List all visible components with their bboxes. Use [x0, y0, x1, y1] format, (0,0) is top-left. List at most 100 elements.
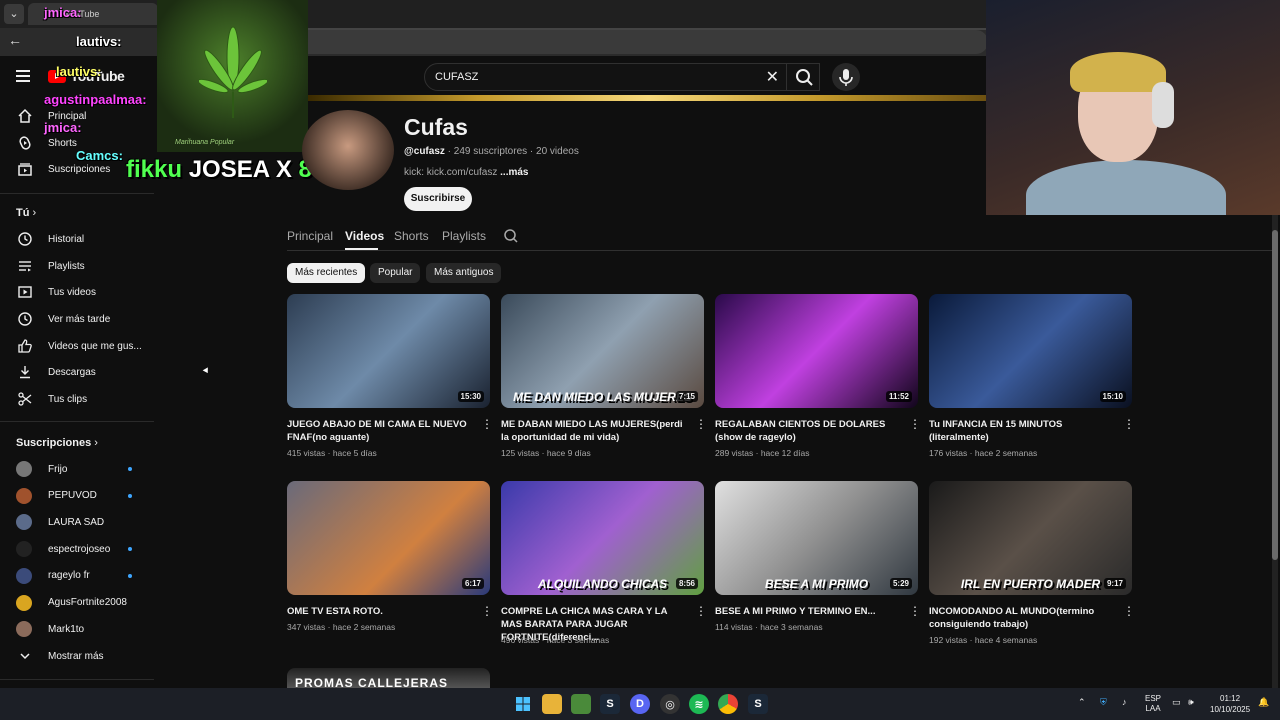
sidebar-item-watch-later[interactable]: Ver más tarde: [0, 307, 156, 331]
more-actions-icon[interactable]: ⋮: [1123, 418, 1135, 430]
mouse-cursor: [202, 367, 211, 375]
video-title[interactable]: OME TV ESTA ROTO.: [287, 605, 469, 618]
sidebar-item-subscription[interactable]: Mark1to: [0, 617, 156, 641]
chrome-icon[interactable]: [718, 694, 738, 714]
you-title: Tú: [16, 207, 30, 219]
more-actions-icon[interactable]: ⋮: [909, 418, 921, 430]
menu-icon[interactable]: [16, 70, 30, 82]
more-actions-icon[interactable]: ⋮: [1123, 605, 1135, 617]
tab-videos[interactable]: Videos: [345, 229, 384, 243]
thumbnail-caption: BESE A MI PRIMO: [764, 577, 869, 591]
more-link[interactable]: ...más: [500, 167, 528, 178]
stream-overlay-image: Marihuana Popular: [157, 0, 308, 152]
you-section-title[interactable]: Tú ›: [16, 207, 36, 219]
video-meta: 176 vistas · hace 2 semanas: [929, 448, 1038, 458]
subscription-label: LAURA SAD: [48, 516, 105, 528]
video-thumbnail[interactable]: ALQUILANDO CHICAS 8:56: [501, 481, 704, 595]
tab-list-dropdown[interactable]: ⌄: [4, 4, 24, 24]
video-thumbnail[interactable]: 6:17: [287, 481, 490, 595]
notifications-icon[interactable]: 🔔: [1258, 697, 1269, 708]
discord-icon[interactable]: D: [630, 694, 650, 714]
video-title[interactable]: JUEGO ABAJO DE MI CAMA EL NUEVO FNAF(no …: [287, 418, 469, 444]
video-meta: 289 vistas · hace 12 días: [715, 448, 810, 458]
sidebar-item-subscription[interactable]: rageylo fr: [0, 564, 156, 588]
sidebar-item-label: Shorts: [48, 137, 77, 149]
tab-shorts[interactable]: Shorts: [394, 229, 429, 243]
video-title[interactable]: ME DABAN MIEDO LAS MUJERES(perdi la opor…: [501, 418, 683, 444]
playlists-icon: [16, 257, 34, 275]
voice-search-button[interactable]: [832, 63, 860, 91]
system-clock[interactable]: 01:12 10/10/2025: [1210, 693, 1250, 715]
video-thumbnail[interactable]: IRL EN PUERTO MADER 9:17: [929, 481, 1132, 595]
sidebar-item-subscription[interactable]: AgusFortnite2008: [0, 591, 156, 615]
new-content-dot: [128, 467, 132, 471]
keyboard-layout: LAA: [1145, 704, 1161, 713]
sidebar-item-subscription[interactable]: Frijo: [0, 457, 156, 481]
microphone-tray-icon[interactable]: ♪: [1122, 697, 1127, 707]
video-thumbnail[interactable]: 11:52: [715, 294, 918, 408]
video-title[interactable]: REGALABAN CIENTOS DE DOLARES (show de ra…: [715, 418, 897, 444]
video-title[interactable]: BESE A MI PRIMO Y TERMINO EN...: [715, 605, 897, 618]
sidebar-item-clips[interactable]: Tus clips: [0, 387, 156, 411]
sidebar-item-history[interactable]: Historial: [0, 227, 156, 251]
channel-description[interactable]: kick: kick.com/cufasz ...más: [404, 167, 529, 178]
more-actions-icon[interactable]: ⋮: [481, 605, 493, 617]
show-more-button[interactable]: Mostrar más: [0, 644, 156, 668]
windows-start-icon[interactable]: [513, 694, 533, 714]
steam-icon[interactable]: S: [600, 694, 620, 714]
chat-username: lautivs:: [56, 64, 102, 79]
video-title[interactable]: Tu INFANCIA EN 15 MINUTOS (literalmente): [929, 418, 1111, 444]
more-actions-icon[interactable]: ⋮: [909, 605, 921, 617]
more-actions-icon[interactable]: ⋮: [695, 418, 707, 430]
video-thumbnail[interactable]: 15:30: [287, 294, 490, 408]
search-box[interactable]: CUFASZ ✕: [424, 63, 820, 91]
tab-principal[interactable]: Principal: [287, 229, 333, 243]
thumbnail-caption: ALQUILANDO CHICAS: [537, 577, 668, 591]
file-explorer-icon[interactable]: [542, 694, 562, 714]
language-code: ESP: [1145, 694, 1162, 703]
avatar: [16, 621, 32, 638]
tab-playlists[interactable]: Playlists: [442, 229, 486, 243]
notepad-icon[interactable]: [571, 694, 591, 714]
scrollbar-thumb[interactable]: [1272, 230, 1278, 560]
more-actions-icon[interactable]: ⋮: [481, 418, 493, 430]
search-input[interactable]: CUFASZ: [435, 71, 478, 83]
chip-oldest[interactable]: Más antiguos: [426, 263, 502, 283]
sidebar-item-my-videos[interactable]: Tus videos: [0, 280, 156, 304]
steam-icon[interactable]: S: [748, 694, 768, 714]
avatar: [16, 567, 32, 584]
video-title[interactable]: INCOMODANDO AL MUNDO(termino consiguiend…: [929, 605, 1111, 631]
spotify-icon[interactable]: ≋: [689, 694, 709, 714]
sidebar-item-subscription[interactable]: LAURA SAD: [0, 510, 156, 534]
video-thumbnail[interactable]: 15:10: [929, 294, 1132, 408]
chevron-up-icon[interactable]: ⌃: [1078, 697, 1086, 708]
sidebar-item-subscription[interactable]: PEPUVOD: [0, 484, 156, 508]
back-button[interactable]: ←: [8, 32, 22, 48]
home-icon: [16, 107, 34, 125]
search-button[interactable]: [786, 63, 822, 91]
subscribe-button[interactable]: Suscribirse: [404, 187, 472, 211]
sidebar-item-downloads[interactable]: Descargas: [0, 360, 156, 384]
sidebar-item-playlists[interactable]: Playlists: [0, 254, 156, 278]
more-actions-icon[interactable]: ⋮: [695, 605, 707, 617]
video-thumbnail-partial[interactable]: PROMAS CALLEJERAS: [287, 668, 490, 688]
chip-popular[interactable]: Popular: [370, 263, 421, 283]
subscription-label: AgusFortnite2008: [48, 597, 127, 608]
chat-username: agustinpaalmaa:: [44, 92, 147, 107]
new-content-dot: [128, 547, 132, 552]
chip-recent[interactable]: Más recientes: [287, 263, 366, 283]
language-indicator[interactable]: ESP LAA: [1145, 694, 1161, 714]
subscriptions-section-title[interactable]: Suscripciones ›: [16, 437, 98, 449]
network-icon[interactable]: ▭: [1172, 697, 1181, 708]
video-thumbnail[interactable]: ME DAN MIEDO LAS MUJERES 7:15: [501, 294, 704, 408]
sidebar-item-liked-videos[interactable]: Videos que me gus...: [0, 334, 156, 358]
clear-search-icon[interactable]: ✕: [766, 67, 779, 87]
sidebar-item-subscription[interactable]: espectrojoseo: [0, 537, 156, 561]
channel-search-icon[interactable]: [503, 228, 519, 249]
video-meta: 347 vistas · hace 2 semanas: [287, 622, 396, 632]
security-icon[interactable]: ⛨: [1100, 697, 1107, 708]
app-icon[interactable]: ◎: [660, 694, 680, 714]
channel-avatar[interactable]: [302, 110, 394, 190]
video-thumbnail[interactable]: BESE A MI PRIMO 5:29: [715, 481, 918, 595]
volume-icon[interactable]: 🕪: [1188, 697, 1194, 708]
